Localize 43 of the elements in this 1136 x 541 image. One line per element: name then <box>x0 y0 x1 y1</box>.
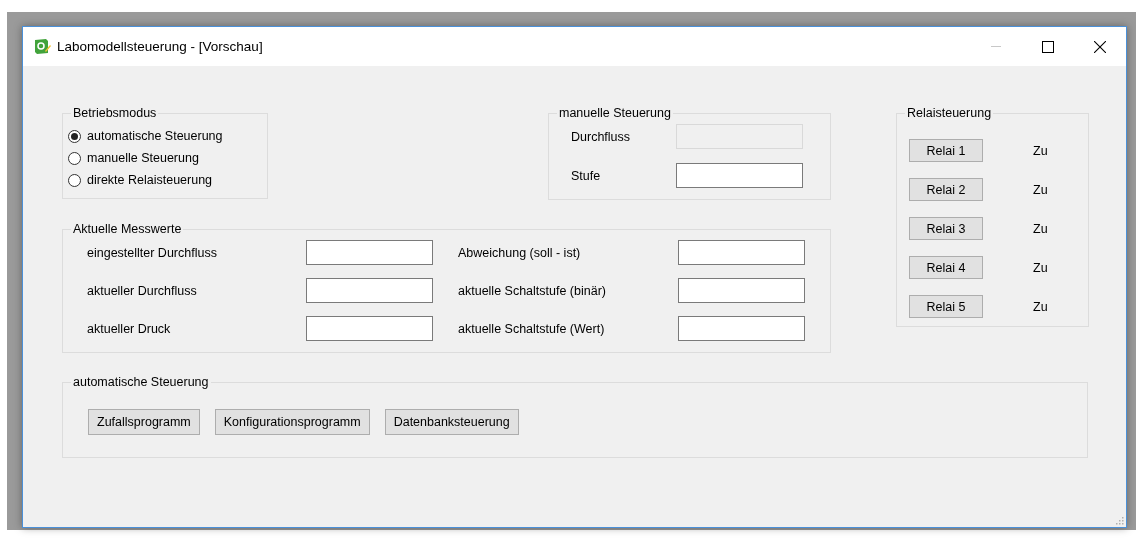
input-field[interactable] <box>678 240 805 265</box>
input-field[interactable] <box>676 163 803 188</box>
group-title: Relaisteuerung <box>905 106 994 121</box>
input-field[interactable] <box>306 316 433 341</box>
group-title: automatische Steuerung <box>71 375 211 390</box>
relay-status: Zu <box>1033 260 1049 275</box>
app-icon <box>34 38 51 55</box>
radio-label: manuelle Steuerung <box>87 151 199 165</box>
relay-status: Zu <box>1033 221 1049 236</box>
relay-button[interactable]: Relai 3 <box>909 217 983 240</box>
field-label: Abweichung (soll - ist) <box>458 245 582 260</box>
relay-button[interactable]: Relai 4 <box>909 256 983 279</box>
relay-status: Zu <box>1033 143 1049 158</box>
group-title: manuelle Steuerung <box>557 106 673 121</box>
close-icon <box>1094 40 1106 53</box>
input-field[interactable] <box>678 278 805 303</box>
input-field[interactable] <box>306 240 433 265</box>
field-label: eingestellter Durchfluss <box>87 245 218 260</box>
field-label: aktueller Druck <box>87 321 172 336</box>
field-label: aktuelle Schaltstufe (Wert) <box>458 321 606 336</box>
radio-label: automatische Steuerung <box>87 129 223 143</box>
relay-status: Zu <box>1033 182 1049 197</box>
relay-button[interactable]: Relai 5 <box>909 295 983 318</box>
resize-grip-icon[interactable] <box>1115 516 1124 525</box>
program-button[interactable]: Datenbanksteuerung <box>384 409 519 435</box>
relay-button[interactable]: Relai 2 <box>909 178 983 201</box>
radio-label: direkte Relaisteuerung <box>87 173 213 187</box>
program-button[interactable]: Konfigurationsprogramm <box>214 409 370 435</box>
input-field[interactable] <box>306 278 433 303</box>
field-label: Durchfluss <box>571 129 632 144</box>
field-label: aktueller Durchfluss <box>87 283 198 298</box>
maximize-icon <box>1042 40 1054 53</box>
input-field[interactable] <box>678 316 805 341</box>
field-label: Stufe <box>571 168 602 183</box>
window-title: Labomodellsteuerung - [Vorschau] <box>57 39 264 54</box>
radio-button[interactable] <box>68 173 81 187</box>
radio-button[interactable] <box>68 151 81 165</box>
minimize-icon <box>991 45 1001 48</box>
relay-button[interactable]: Relai 1 <box>909 139 983 162</box>
field-label: aktuelle Schaltstufe (binär) <box>458 283 607 298</box>
program-button[interactable]: Zufallsprogramm <box>88 409 200 435</box>
relay-status: Zu <box>1033 299 1049 314</box>
radio-button[interactable] <box>68 129 81 143</box>
